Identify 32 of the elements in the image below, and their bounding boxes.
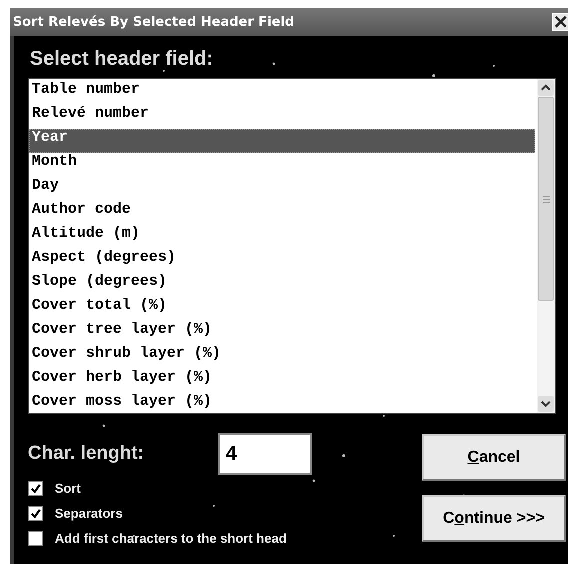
- checkbox[interactable]: [28, 531, 43, 546]
- scrollbar[interactable]: [537, 79, 555, 413]
- close-icon[interactable]: [552, 13, 568, 31]
- list-item[interactable]: Slope (degrees): [29, 273, 537, 297]
- checkbox-label: Separators: [55, 506, 123, 521]
- char-length-field[interactable]: 4: [218, 433, 312, 475]
- checkbox-label: Sort: [55, 481, 81, 496]
- checkbox-label: Add first characters to the short head: [55, 531, 287, 546]
- list-item[interactable]: Cover moss layer (%): [29, 393, 537, 417]
- scroll-thumb[interactable]: [538, 97, 554, 301]
- dialog-button[interactable]: Cancel: [422, 434, 566, 481]
- char-length-label: Char. lenght:: [28, 443, 146, 465]
- scroll-down-icon[interactable]: [538, 396, 554, 412]
- scroll-up-icon[interactable]: [538, 80, 554, 96]
- list-heading: Select header field:: [30, 48, 214, 72]
- list-item[interactable]: Month: [29, 153, 537, 177]
- checkbox[interactable]: [28, 506, 43, 521]
- list-item[interactable]: Author code: [29, 201, 537, 225]
- dialog-button[interactable]: Continue >>>: [422, 495, 566, 542]
- list-item[interactable]: Cover tree layer (%): [29, 321, 537, 345]
- list-item[interactable]: Altitude (m): [29, 225, 537, 249]
- list-item[interactable]: Table number: [29, 81, 537, 105]
- list-item[interactable]: Relevé number: [29, 105, 537, 129]
- list-item[interactable]: Cover total (%): [29, 297, 537, 321]
- header-field-list[interactable]: Table number Relevé number Year Month Day Author code Altitude (m) Aspect (degrees) Slope (degrees) Cover total (%) Cover tree layer (%) Cover shrub layer (%) Cover herb layer (%) Cover moss layer (%): [28, 78, 556, 414]
- list-item[interactable]: Day: [29, 177, 537, 201]
- list-item[interactable]: Year: [29, 129, 535, 153]
- list-item[interactable]: Cover shrub layer (%): [29, 345, 537, 369]
- list-item[interactable]: Aspect (degrees): [29, 249, 537, 273]
- list-item[interactable]: Cover herb layer (%): [29, 369, 537, 393]
- window-title: Sort Relevés By Selected Header Field: [13, 14, 294, 30]
- checkbox[interactable]: [28, 481, 43, 496]
